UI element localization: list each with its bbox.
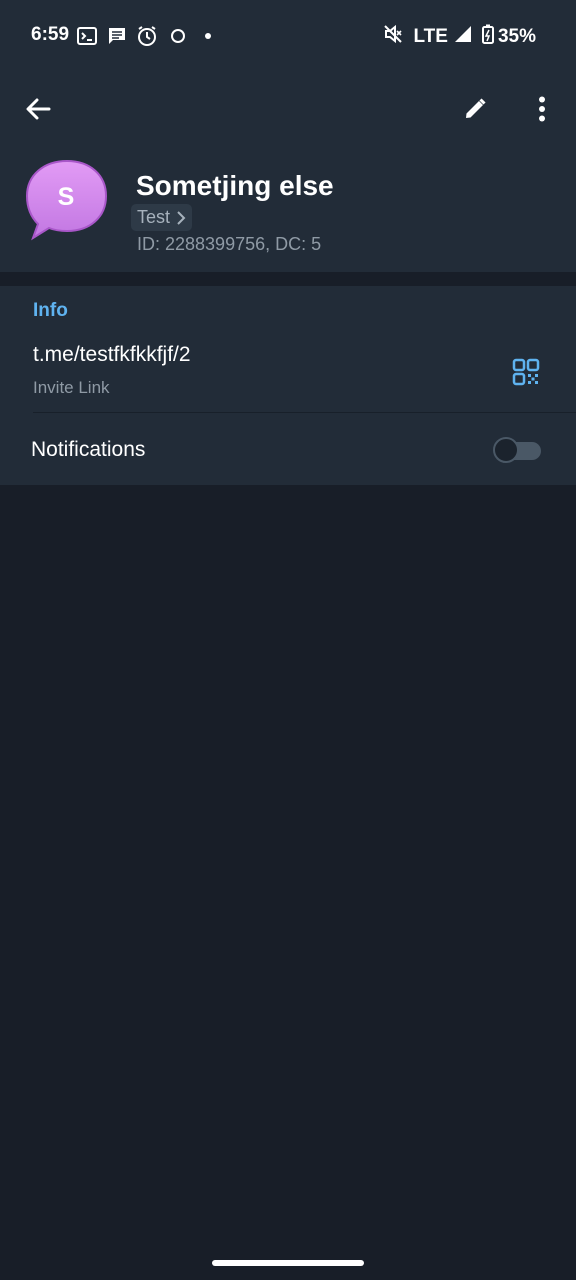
battery-charging-icon (481, 24, 494, 50)
status-right-group: LTE 35% (383, 24, 536, 50)
avatar-letter: S (57, 183, 75, 211)
back-button[interactable] (14, 85, 62, 133)
arrow-left-icon (26, 98, 51, 120)
home-indicator[interactable] (212, 1260, 364, 1266)
qr-code-icon (512, 358, 540, 386)
qr-code-button[interactable] (510, 356, 542, 388)
circle-icon (167, 25, 189, 47)
message-icon (106, 25, 128, 47)
more-button[interactable] (518, 85, 566, 133)
invite-link-value: t.me/testfkfkkfjf/2 (33, 343, 191, 366)
chat-id: ID: 2288399756, DC: 5 (137, 234, 322, 254)
more-vertical-icon (539, 96, 545, 122)
divider (33, 412, 576, 413)
edit-button[interactable] (451, 85, 499, 133)
network-type: LTE (413, 26, 448, 47)
section-title-info: Info (33, 300, 68, 321)
folder-chip[interactable]: Test (131, 204, 193, 231)
notifications-toggle[interactable] (493, 437, 543, 463)
invite-link-caption: Invite Link (33, 378, 110, 397)
mute-icon (383, 24, 403, 50)
toggle-knob (493, 437, 519, 463)
dot-icon (197, 25, 219, 47)
alarm-icon (136, 25, 158, 47)
signal-icon (454, 25, 472, 49)
notifications-label: Notifications (31, 438, 146, 461)
status-time: 6:59 (31, 24, 70, 45)
chat-title: Sometjing else (136, 170, 334, 201)
folder-label: Test (137, 207, 171, 227)
battery-level: 35% (497, 26, 536, 47)
chevron-right-icon (177, 210, 186, 225)
status-bar: 6:59 LTE 35% (0, 0, 576, 72)
terminal-icon (76, 25, 98, 47)
pencil-icon (466, 98, 486, 118)
